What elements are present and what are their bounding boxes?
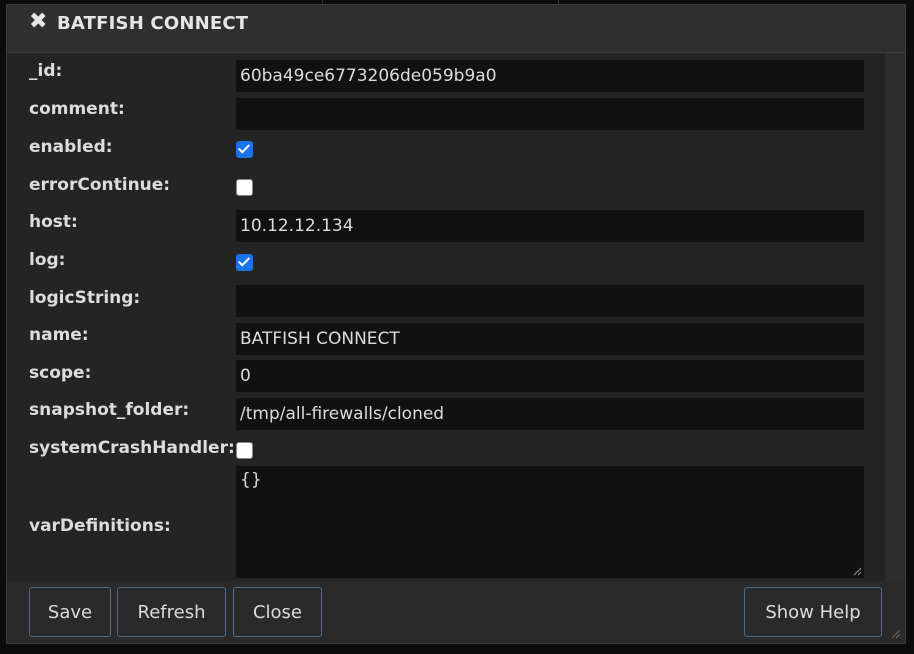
form-content: _id: 60ba49ce6773206de059b9a0 comment: e… — [7, 53, 885, 581]
dialog-titlebar[interactable]: ✖ BATFISH CONNECT — [7, 5, 905, 53]
close-button[interactable]: Close — [233, 587, 322, 637]
host-field[interactable]: 10.12.12.134 — [236, 210, 864, 242]
label-systemcrashhandler: systemCrashHandler: — [29, 438, 235, 458]
dialog-title: BATFISH CONNECT — [57, 13, 249, 34]
name-field[interactable]: BATFISH CONNECT — [236, 323, 864, 355]
label-snapshot-folder: snapshot_folder: — [29, 400, 190, 420]
resize-grip-icon[interactable] — [852, 566, 862, 576]
id-field[interactable]: 60ba49ce6773206de059b9a0 — [236, 60, 864, 92]
vardefinitions-value: {} — [240, 470, 262, 490]
enabled-checkbox[interactable] — [236, 141, 253, 158]
vardefinitions-textarea[interactable]: {} — [236, 466, 864, 578]
refresh-button[interactable]: Refresh — [117, 587, 226, 637]
errorcontinue-checkbox[interactable] — [236, 179, 253, 196]
log-checkbox[interactable] — [236, 254, 253, 271]
label-enabled: enabled: — [29, 137, 113, 157]
label-id: _id: — [29, 61, 63, 81]
label-log: log: — [29, 250, 66, 270]
dialog-resize-grip-icon[interactable] — [889, 627, 901, 639]
label-vardefinitions: varDefinitions: — [29, 516, 171, 536]
label-comment: comment: — [29, 99, 125, 119]
logicstring-field[interactable] — [236, 285, 864, 317]
save-button[interactable]: Save — [29, 587, 111, 637]
snapshot-folder-field[interactable]: /tmp/all-firewalls/cloned — [236, 398, 864, 430]
systemcrashhandler-checkbox[interactable] — [236, 442, 253, 459]
label-logicstring: logicString: — [29, 288, 141, 308]
batfish-connect-dialog: ✖ BATFISH CONNECT _id: 60ba49ce6773206de… — [6, 4, 906, 644]
label-name: name: — [29, 325, 89, 345]
label-scope: scope: — [29, 363, 92, 383]
scope-field[interactable]: 0 — [236, 360, 864, 392]
form-scrollbar[interactable] — [885, 53, 905, 581]
close-x-icon[interactable]: ✖ — [29, 11, 47, 33]
comment-field[interactable] — [236, 98, 864, 130]
label-errorcontinue: errorContinue: — [29, 175, 171, 195]
dialog-footer: Save Refresh Close Show Help — [7, 581, 905, 643]
label-host: host: — [29, 212, 78, 232]
show-help-button[interactable]: Show Help — [744, 587, 882, 637]
